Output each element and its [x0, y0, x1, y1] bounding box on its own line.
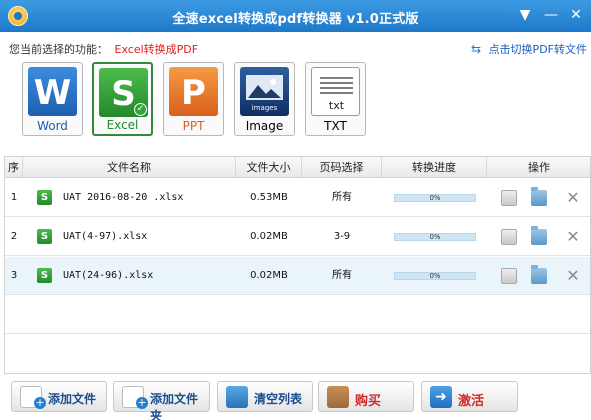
table-row[interactable]: 1 S UAT 2016-08-20 .xlsx 0.53MB 所有 0% ✕	[5, 179, 590, 217]
header-actions: 操作	[487, 157, 591, 178]
excel-file-icon: S	[37, 190, 52, 205]
file-name: UAT(24-96).xlsx	[63, 270, 154, 281]
empty-row	[5, 296, 590, 334]
table-row[interactable]: 2 S UAT(4-97).xlsx 0.02MB 3-9 0% ✕	[5, 218, 590, 256]
format-word-button[interactable]: W Word	[22, 62, 83, 136]
format-txt-button[interactable]: txt TXT	[305, 62, 366, 136]
header-progress: 转换进度	[382, 157, 487, 178]
ppt-icon: P	[169, 67, 218, 116]
filename-cell: S UAT(24-96).xlsx	[23, 257, 236, 295]
printer-icon[interactable]	[501, 229, 517, 245]
buy-button[interactable]: 购买	[318, 381, 414, 412]
page-selection[interactable]: 所有	[302, 257, 382, 295]
table-header: 序 文件名称 文件大小 页码选择 转换进度 操作	[5, 157, 590, 178]
empty-row	[5, 335, 590, 373]
add-folder-button[interactable]: + 添加文件夹	[113, 381, 210, 420]
page-selection[interactable]: 3-9	[302, 218, 382, 256]
activate-label: 激活	[458, 394, 485, 409]
row-index: 3	[10, 270, 18, 281]
format-label: TXT	[324, 119, 347, 133]
clear-list-button[interactable]: 清空列表	[217, 381, 313, 412]
add-folder-label: 添加文件夹	[150, 392, 199, 420]
svg-text:images: images	[252, 104, 278, 112]
function-bar: 您当前选择的功能： Excel转换成PDF ⇆ 点击切换PDF转文件	[9, 41, 589, 57]
delete-icon[interactable]: ✕	[565, 190, 581, 206]
printer-icon[interactable]	[501, 190, 517, 206]
actions-cell: ✕	[487, 179, 591, 217]
format-label: Word	[37, 119, 68, 133]
add-file-button[interactable]: + 添加文件	[11, 381, 107, 412]
progress-cell: 0%	[382, 179, 487, 217]
progress-cell: 0%	[382, 257, 487, 295]
folder-icon[interactable]	[531, 226, 547, 245]
file-size: 0.02MB	[250, 231, 288, 242]
delete-icon[interactable]: ✕	[565, 229, 581, 245]
menu-dropdown-icon[interactable]: ▼	[515, 5, 535, 25]
image-icon: images	[240, 67, 289, 116]
window-title: 全速excel转换成pdf转换器 v1.0正式版	[172, 12, 419, 27]
word-icon: W	[28, 67, 77, 116]
progress-bar: 0%	[394, 233, 476, 241]
header-index: 序	[5, 157, 23, 178]
header-filesize: 文件大小	[236, 157, 302, 178]
excel-file-icon: S	[37, 229, 52, 244]
arrow-right-icon: ➜	[430, 386, 452, 408]
format-ppt-button[interactable]: P PPT	[163, 62, 224, 136]
progress-bar: 0%	[394, 194, 476, 202]
add-file-label: 添加文件	[48, 392, 97, 406]
file-size: 0.53MB	[250, 192, 288, 203]
add-folder-icon: +	[122, 386, 148, 409]
function-label: 您当前选择的功能：	[9, 43, 108, 56]
titlebar: 全速excel转换成pdf转换器 v1.0正式版 ▼ — ✕	[0, 0, 591, 32]
buy-label: 购买	[355, 394, 382, 409]
check-icon: ✓	[134, 103, 147, 116]
activate-button[interactable]: ➜ 激活	[421, 381, 518, 412]
row-index: 1	[10, 192, 18, 203]
clear-list-label: 清空列表	[254, 392, 303, 406]
swap-arrows-icon: ⇆	[471, 42, 482, 56]
table-row[interactable]: 3 S UAT(24-96).xlsx 0.02MB 所有 0% ✕	[5, 257, 590, 295]
filename-cell: S UAT 2016-08-20 .xlsx	[23, 179, 236, 217]
file-name: UAT 2016-08-20 .xlsx	[63, 192, 184, 203]
actions-cell: ✕	[487, 218, 591, 256]
printer-icon[interactable]	[501, 268, 517, 284]
format-label: Excel	[106, 118, 139, 132]
switch-mode-link[interactable]: ⇆ 点击切换PDF转文件	[471, 41, 587, 57]
progress-bar: 0%	[394, 272, 476, 280]
format-image-button[interactable]: images Image	[234, 62, 295, 136]
trash-icon	[226, 386, 248, 408]
format-label: Image	[245, 119, 284, 133]
svg-text:txt: txt	[329, 99, 345, 112]
switch-mode-label[interactable]: 点击切换PDF转文件	[489, 43, 587, 56]
shopping-bag-icon	[327, 386, 349, 408]
file-size: 0.02MB	[250, 270, 288, 281]
file-table: 序 文件名称 文件大小 页码选择 转换进度 操作 1 S UAT 2016-08…	[4, 156, 591, 374]
minimize-button[interactable]: —	[541, 5, 561, 25]
actions-cell: ✕	[487, 257, 591, 295]
format-label: PPT	[182, 119, 205, 133]
current-function: Excel转换成PDF	[114, 43, 199, 56]
format-excel-button[interactable]: S ✓ Excel	[92, 62, 153, 136]
row-index: 2	[10, 231, 18, 242]
filename-cell: S UAT(4-97).xlsx	[23, 218, 236, 256]
header-pages: 页码选择	[302, 157, 382, 178]
file-name: UAT(4-97).xlsx	[63, 231, 148, 242]
page-selection[interactable]: 所有	[302, 179, 382, 217]
txt-icon: txt	[311, 67, 360, 116]
header-filename: 文件名称	[23, 157, 236, 178]
folder-icon[interactable]	[531, 187, 547, 206]
delete-icon[interactable]: ✕	[565, 268, 581, 284]
folder-icon[interactable]	[531, 265, 547, 284]
add-file-icon: +	[20, 386, 46, 409]
progress-cell: 0%	[382, 218, 487, 256]
excel-file-icon: S	[37, 268, 52, 283]
close-button[interactable]: ✕	[566, 5, 586, 25]
